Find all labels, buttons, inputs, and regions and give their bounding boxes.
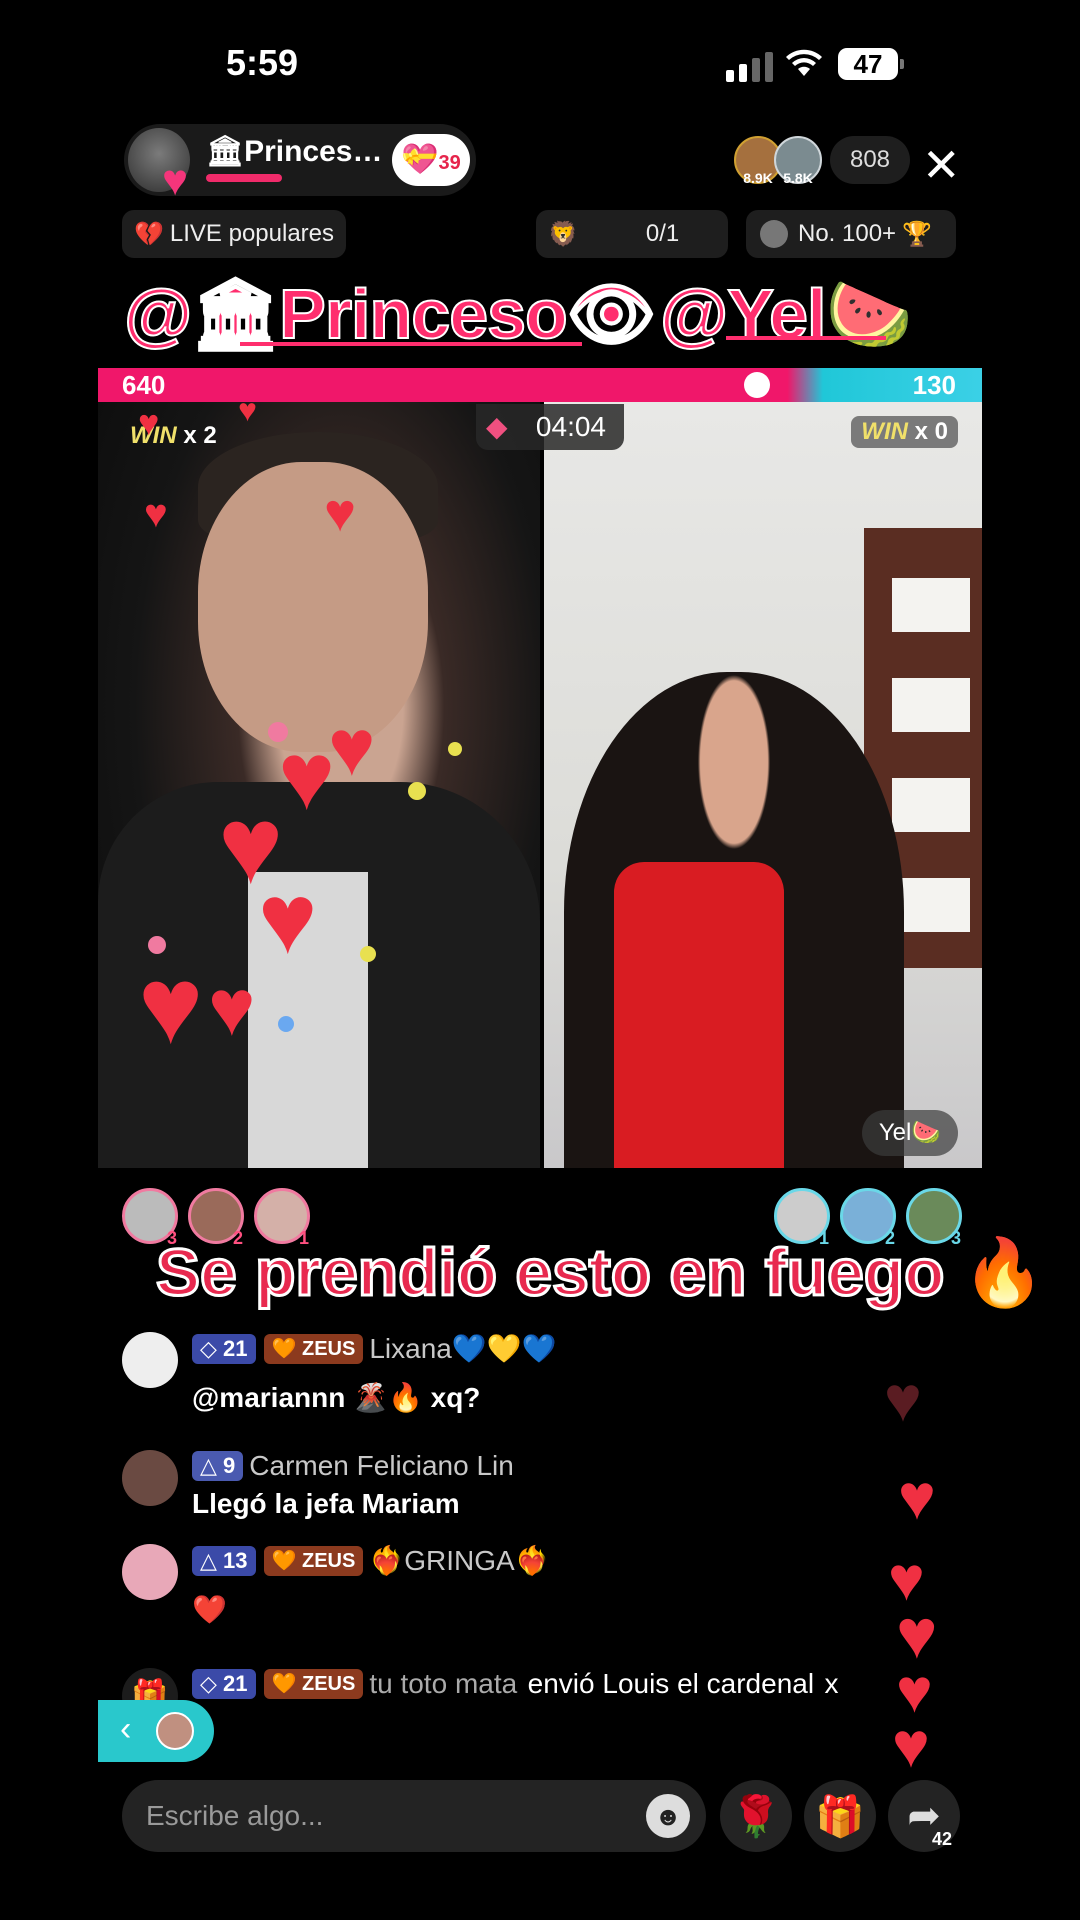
- viewer-total[interactable]: 808: [830, 136, 910, 184]
- heart-gift-icon: 💝: [401, 143, 439, 176]
- heart-icon: ♥: [324, 483, 357, 543]
- lion-icon: 🦁: [548, 220, 578, 248]
- chat-text: ❤️: [192, 1594, 227, 1625]
- chat-avatar[interactable]: [122, 1332, 178, 1388]
- emoji-icon[interactable]: ☻: [646, 1794, 690, 1838]
- caption-text: Se prendió esto en fuego 🔥: [155, 1234, 1047, 1311]
- host-figure: [198, 462, 428, 752]
- chat-text: Llegó la jefa Mariam: [192, 1488, 460, 1519]
- level-badge: △ 9: [192, 1451, 244, 1481]
- sparkle-dot: [408, 782, 426, 800]
- heart-icon: ♥: [162, 156, 189, 205]
- chat-text: @mariannn 🌋🔥 xq?: [192, 1382, 481, 1413]
- rank-avatar: [760, 220, 788, 248]
- heart-icon: ♥: [238, 402, 257, 428]
- guest-figure: [614, 862, 784, 1168]
- zeus-badge: 🧡 ZEUS: [263, 1545, 364, 1576]
- host-name: 🏛Princes…: [206, 135, 383, 168]
- goal-progress: 0/1: [645, 220, 680, 247]
- score-right: 130: [912, 370, 956, 400]
- mention-right[interactable]: @Yel🍉: [659, 274, 914, 356]
- comment-placeholder: Escribe algo...: [146, 1800, 324, 1831]
- signal-icon: [726, 52, 773, 82]
- viewer-count: 5.8K: [783, 170, 813, 186]
- score-left: 640: [122, 370, 166, 400]
- rank-label: No. 100+: [798, 220, 897, 247]
- heart-icon: ♥: [138, 402, 160, 443]
- heart-icon: ♥: [278, 723, 335, 830]
- level-badge: ◇ 21: [192, 1669, 256, 1699]
- live-popular-chip[interactable]: 💔 LIVE populares: [122, 210, 346, 258]
- sparkle-dot: [448, 742, 462, 756]
- win-badge-right: WIN x 0: [851, 416, 958, 448]
- chat-username[interactable]: ❤️‍🔥GRINGA❤️‍🔥: [369, 1545, 549, 1576]
- host-info-pill[interactable]: ♥ 🏛Princes… 💝39: [124, 124, 476, 205]
- close-icon[interactable]: ✕: [922, 138, 961, 192]
- gift-icon: 🎁: [815, 1794, 865, 1839]
- rose-icon: 🌹: [731, 1794, 781, 1839]
- chat-message[interactable]: ◇ 21 🧡 ZEUS Lixana💙💛💙 @mariannn 🌋🔥 xq?: [122, 1332, 556, 1414]
- heart-icon: ♥: [144, 492, 168, 536]
- heart-icon: ♥: [328, 703, 376, 792]
- guest-video-right[interactable]: WIN x 0: [544, 402, 982, 1168]
- viewer-avatar[interactable]: 5.8K: [774, 136, 822, 186]
- guest-name-label[interactable]: Yel🍉: [862, 1110, 958, 1156]
- mention-underline: [726, 336, 886, 340]
- timer-text: 04:04: [535, 411, 606, 442]
- trophy-icon: 🏆: [902, 220, 932, 248]
- zeus-badge: 🧡 ZEUS: [263, 1333, 364, 1364]
- sparkle-dot: [360, 946, 376, 962]
- chat-gift-text: envió Louis el cardenal: [527, 1668, 815, 1699]
- live-popular-label: LIVE populares: [169, 220, 334, 247]
- heart-icon: ♥: [884, 1363, 922, 1435]
- chat-username[interactable]: Carmen Feliciano Lin: [249, 1450, 514, 1481]
- sparkle-dot: [148, 936, 166, 954]
- heart-icon: ♥: [892, 1709, 930, 1781]
- chat-username[interactable]: Lixana💙💛💙: [369, 1333, 556, 1364]
- rose-gift-button[interactable]: 🌹: [720, 1780, 792, 1852]
- follow-button[interactable]: 💝39: [392, 134, 470, 186]
- chat-avatar[interactable]: [122, 1544, 178, 1600]
- heart-icon: ♥: [258, 863, 318, 975]
- side-panel-toggle[interactable]: ‹: [98, 1700, 214, 1762]
- side-avatar: [156, 1712, 194, 1750]
- share-count: 42: [931, 1829, 952, 1849]
- top-viewers[interactable]: 8.9K 5.8K 808: [734, 136, 910, 186]
- battle-score-bar: 640 130: [98, 368, 982, 402]
- heart-icon: ♥: [898, 1461, 936, 1533]
- battle-icon: ◆: [486, 411, 508, 442]
- share-button[interactable]: ➦ 42: [888, 1780, 960, 1852]
- host-progress-bar: [206, 174, 282, 182]
- viewer-count: 8.9K: [743, 170, 773, 186]
- rank-chip[interactable]: No. 100+ 🏆: [746, 210, 956, 258]
- gift-multiplier: x: [824, 1668, 839, 1699]
- host-video-left[interactable]: WIN x 2 ♥ ♥ ♥ ♥ ♥ ♥ ♥ ♥ ♥ ♥: [98, 402, 540, 1168]
- level-badge: ◇ 21: [192, 1333, 256, 1364]
- wifi-icon: [784, 46, 824, 83]
- score-divider-icon: [744, 372, 770, 398]
- mention-underline: [240, 342, 582, 346]
- goal-chip[interactable]: 🦁 0/1: [536, 210, 728, 258]
- sparkle-dot: [268, 722, 288, 742]
- zeus-badge: 🧡 ZEUS: [263, 1669, 364, 1699]
- chat-gift-message[interactable]: 🎁 ◇ 21 🧡 ZEUS tu toto mata envió Louis el …: [122, 1668, 982, 1724]
- battery-indicator: 47: [838, 48, 904, 80]
- chat-message[interactable]: △ 13 🧡 ZEUS ❤️‍🔥GRINGA❤️‍🔥 ❤️: [122, 1544, 550, 1626]
- follow-count: 39: [438, 152, 461, 174]
- sparkle-dot: [278, 1016, 294, 1032]
- chat-message[interactable]: △ 9 Carmen Feliciano Lin Llegó la jefa Ma…: [122, 1450, 514, 1520]
- level-badge: △ 13: [192, 1545, 256, 1576]
- battle-timer: ◆ 04:04: [476, 404, 624, 450]
- heart-icon: ♥: [208, 963, 256, 1052]
- broken-heart-icon: 💔: [134, 220, 164, 248]
- comment-input[interactable]: Escribe algo... ☻: [122, 1780, 706, 1852]
- chat-avatar[interactable]: [122, 1450, 178, 1506]
- gift-button[interactable]: 🎁: [804, 1780, 876, 1852]
- status-time: 5:59: [226, 42, 299, 83]
- chevron-left-icon: ‹: [120, 1710, 132, 1748]
- chat-username[interactable]: tu toto mata: [369, 1668, 517, 1699]
- heart-icon: ♥: [138, 944, 204, 1067]
